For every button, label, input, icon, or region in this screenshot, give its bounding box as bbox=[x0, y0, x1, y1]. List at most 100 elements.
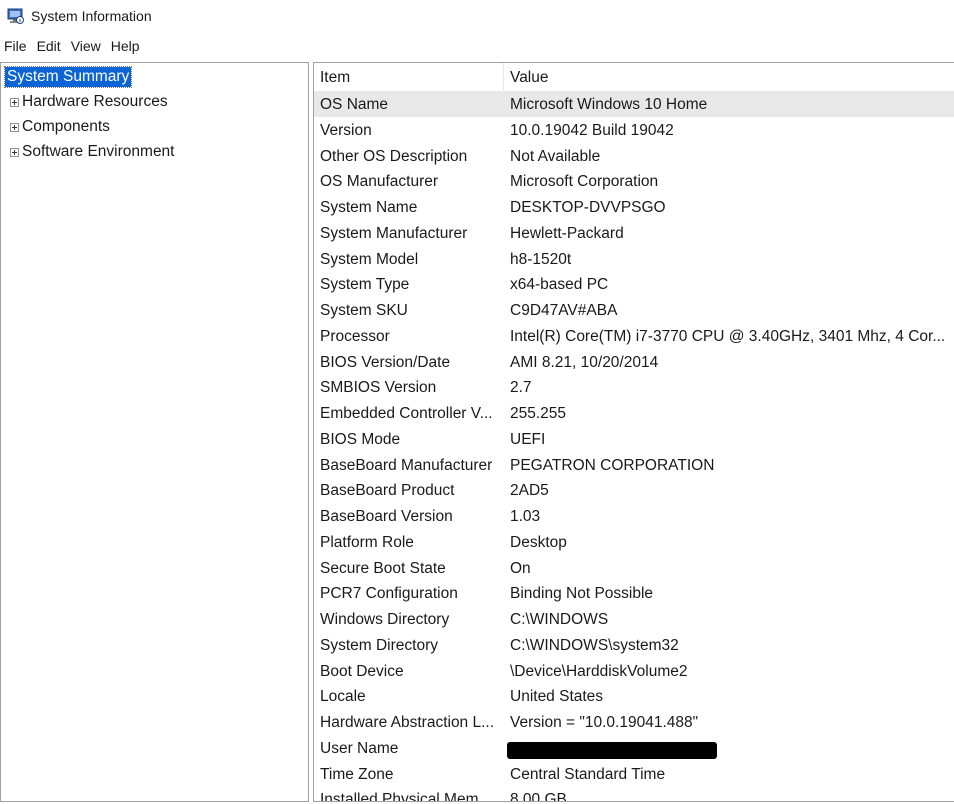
row-value: Binding Not Possible bbox=[510, 585, 654, 603]
menu-help[interactable]: Help bbox=[106, 34, 145, 58]
table-row[interactable]: SMBIOS Version 2.7 bbox=[314, 374, 954, 400]
list-rows: OS Name Microsoft Windows 10 Home Version 1… bbox=[314, 91, 954, 802]
table-row[interactable]: Embedded Controller V... 255.255 bbox=[314, 400, 954, 426]
row-item: BIOS Version/Date bbox=[320, 353, 451, 371]
row-item: Windows Directory bbox=[320, 611, 450, 628]
row-value: Hewlett-Packard bbox=[510, 224, 624, 242]
title-bar: System Information bbox=[0, 0, 954, 34]
table-row[interactable]: Other OS Description Not Available bbox=[314, 143, 954, 169]
row-item: Installed Physical Mem... bbox=[320, 791, 492, 802]
table-row[interactable]: System Directory C:\WINDOWS\system32 bbox=[314, 632, 954, 658]
system-information-window: System Information File Edit View Help S… bbox=[0, 0, 954, 804]
row-item: Secure Boot State bbox=[320, 559, 446, 577]
row-item: SMBIOS Version bbox=[320, 379, 437, 397]
row-value: h8-1520t bbox=[510, 250, 572, 268]
column-divider[interactable] bbox=[503, 63, 504, 90]
row-value: United States bbox=[510, 688, 604, 706]
table-row[interactable]: BaseBoard Product 2AD5 bbox=[314, 477, 954, 503]
table-row[interactable]: System Name DESKTOP-DVVPSGO bbox=[314, 194, 954, 220]
table-row[interactable]: OS Name Microsoft Windows 10 Home bbox=[314, 91, 954, 117]
row-value: \Device\HarddiskVolume2 bbox=[510, 662, 688, 680]
row-item: System Manufacturer bbox=[320, 224, 468, 242]
tree-item-software-environment[interactable]: Software Environment bbox=[1, 140, 175, 164]
row-value: Not Available bbox=[510, 147, 601, 165]
table-row[interactable]: BaseBoard Manufacturer PEGATRON CORPORATI… bbox=[314, 452, 954, 478]
table-row[interactable]: System Model h8-1520t bbox=[314, 246, 954, 272]
table-row[interactable]: BIOS Version/Date AMI 8.21, 10/20/2014 bbox=[314, 349, 954, 375]
row-item: Locale bbox=[320, 688, 366, 706]
table-row[interactable]: Locale United States bbox=[314, 683, 954, 709]
table-row[interactable]: Version 10.0.19042 Build 19042 bbox=[314, 117, 954, 143]
table-row[interactable]: Platform Role Desktop bbox=[314, 529, 954, 555]
menu-file[interactable]: File bbox=[0, 34, 32, 58]
row-item: Processor bbox=[320, 327, 390, 345]
table-row[interactable]: System Type x64-based PC bbox=[314, 271, 954, 297]
table-row[interactable]: BaseBoard Version 1.03 bbox=[314, 503, 954, 529]
row-item: System Directory bbox=[320, 636, 438, 654]
tree-item-label: Components bbox=[22, 118, 110, 135]
column-header-item[interactable]: Item bbox=[320, 63, 504, 90]
table-row[interactable]: Installed Physical Mem... 8.00 GB bbox=[314, 786, 954, 802]
row-item: System SKU bbox=[320, 302, 408, 319]
category-tree: System Summary Hardware Resources Compon… bbox=[0, 62, 309, 802]
row-item: Version bbox=[320, 121, 372, 139]
tree-item-hardware-resources[interactable]: Hardware Resources bbox=[1, 90, 168, 114]
table-row[interactable]: Time Zone Central Standard Time bbox=[314, 761, 954, 787]
row-value: C:\WINDOWS bbox=[510, 611, 609, 628]
row-value: 2.7 bbox=[510, 379, 532, 397]
row-value: C:\WINDOWS\system32 bbox=[510, 636, 679, 654]
table-row[interactable]: System Manufacturer Hewlett-Packard bbox=[314, 220, 954, 246]
expand-icon[interactable] bbox=[10, 147, 19, 157]
row-value: Central Standard Time bbox=[510, 765, 666, 783]
row-value: 1.03 bbox=[510, 508, 541, 525]
row-value: C9D47AV#ABA bbox=[510, 302, 618, 319]
table-row[interactable]: System SKU C9D47AV#ABA bbox=[314, 297, 954, 323]
tree-item-components[interactable]: Components bbox=[1, 115, 110, 139]
table-row[interactable]: Boot Device \Device\HarddiskVolume2 bbox=[314, 658, 954, 684]
list-header: Item Value bbox=[314, 63, 954, 90]
tree-item-label: Hardware Resources bbox=[22, 93, 168, 110]
row-value: 2AD5 bbox=[510, 482, 549, 500]
table-row[interactable]: Secure Boot State On bbox=[314, 555, 954, 581]
menu-view[interactable]: View bbox=[66, 34, 106, 58]
expand-icon[interactable] bbox=[10, 97, 19, 107]
menu-edit[interactable]: Edit bbox=[32, 34, 66, 58]
details-list: Item Value OS Name Microsoft Windows 10 H… bbox=[313, 62, 954, 802]
row-item: Time Zone bbox=[320, 765, 394, 783]
row-item: PCR7 Configuration bbox=[320, 585, 458, 603]
row-value: PEGATRON CORPORATION bbox=[510, 456, 715, 474]
row-value: 255.255 bbox=[510, 405, 567, 422]
row-value: AMI 8.21, 10/20/2014 bbox=[510, 353, 659, 371]
table-row[interactable]: Hardware Abstraction L... Version = "10.0… bbox=[314, 709, 954, 735]
row-item: BaseBoard Version bbox=[320, 508, 453, 525]
table-row[interactable]: Windows Directory C:\WINDOWS bbox=[314, 606, 954, 632]
tree-item-label: System Summary bbox=[3, 66, 133, 88]
row-item: Hardware Abstraction L... bbox=[320, 714, 495, 731]
menu-bar: File Edit View Help bbox=[0, 34, 954, 58]
row-item: BaseBoard Manufacturer bbox=[320, 456, 493, 474]
row-value: Microsoft Windows 10 Home bbox=[510, 96, 708, 113]
row-item: Boot Device bbox=[320, 662, 404, 680]
table-row[interactable]: Processor Intel(R) Core(TM) i7-3770 CPU @… bbox=[314, 323, 954, 349]
redaction-bar bbox=[507, 741, 717, 759]
row-value: 10.0.19042 Build 19042 bbox=[510, 121, 674, 139]
tree-item-system-summary[interactable]: System Summary bbox=[3, 65, 133, 89]
table-row[interactable]: BIOS Mode UEFI bbox=[314, 426, 954, 452]
table-row[interactable]: User Name bbox=[314, 735, 954, 761]
expand-icon[interactable] bbox=[10, 122, 19, 132]
table-row[interactable]: PCR7 Configuration Binding Not Possible bbox=[314, 580, 954, 606]
row-item: User Name bbox=[320, 739, 399, 757]
row-item: OS Name bbox=[320, 96, 389, 113]
row-value: Microsoft Corporation bbox=[510, 173, 659, 191]
column-header-value[interactable]: Value bbox=[510, 63, 549, 90]
row-value: On bbox=[510, 559, 531, 577]
system-information-icon bbox=[7, 8, 24, 24]
row-item: BaseBoard Product bbox=[320, 482, 455, 500]
row-value: UEFI bbox=[510, 430, 546, 448]
row-item: Other OS Description bbox=[320, 147, 468, 165]
tree-item-label: Software Environment bbox=[22, 143, 175, 160]
row-item: Platform Role bbox=[320, 533, 414, 551]
row-item: BIOS Mode bbox=[320, 430, 401, 448]
row-item: System Name bbox=[320, 199, 418, 216]
table-row[interactable]: OS Manufacturer Microsoft Corporation bbox=[314, 168, 954, 194]
